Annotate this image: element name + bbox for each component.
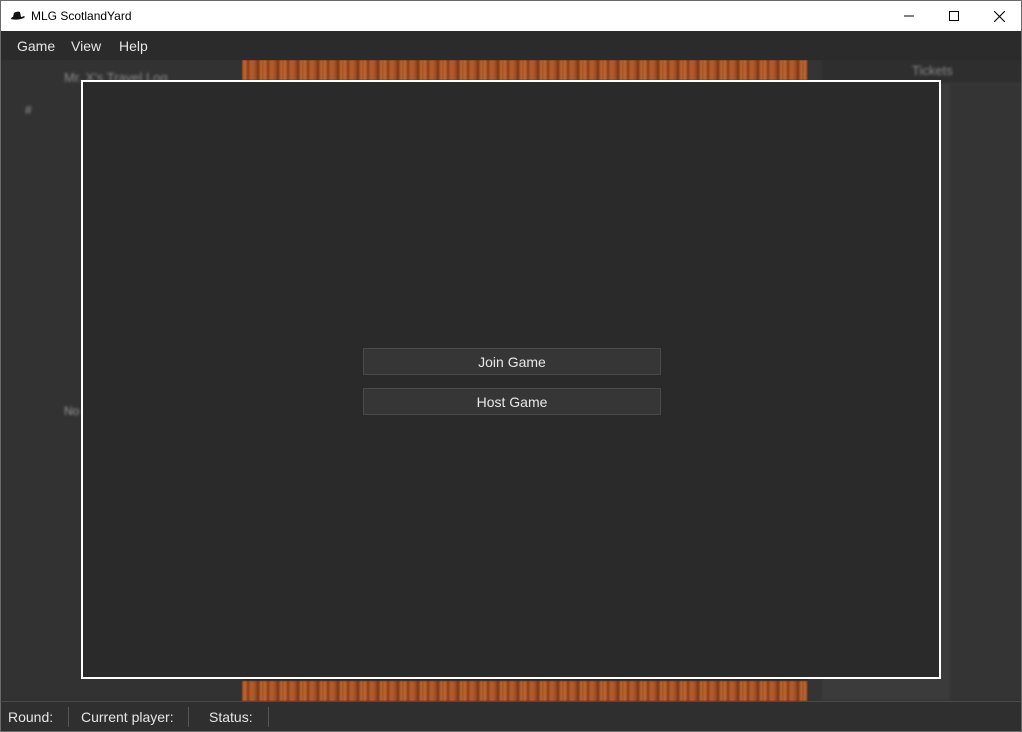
title-bar: MLG ScotlandYard bbox=[0, 0, 1022, 31]
maximize-button[interactable] bbox=[931, 1, 977, 31]
status-bar: Round: Current player: Status: bbox=[0, 701, 1022, 732]
close-button[interactable] bbox=[976, 1, 1022, 31]
tickets-title: Tickets bbox=[912, 63, 953, 78]
wood-border-bottom bbox=[242, 681, 808, 701]
window-title: MLG ScotlandYard bbox=[31, 9, 132, 23]
menu-help[interactable]: Help bbox=[119, 38, 148, 54]
status-divider bbox=[188, 707, 189, 727]
join-game-button[interactable]: Join Game bbox=[363, 348, 661, 375]
status-label: Status: bbox=[209, 709, 253, 725]
start-dialog: Join Game Host Game bbox=[81, 80, 941, 679]
menu-bar: Game View Help bbox=[0, 31, 1022, 60]
menu-game[interactable]: Game bbox=[17, 38, 55, 54]
host-game-button[interactable]: Host Game bbox=[363, 388, 661, 415]
minimize-button[interactable] bbox=[886, 1, 932, 31]
close-icon bbox=[993, 10, 1005, 22]
menu-view[interactable]: View bbox=[71, 38, 101, 54]
travel-log-hash-column: # bbox=[25, 103, 32, 117]
wood-border-top bbox=[242, 60, 808, 80]
travel-log-no-label: No bbox=[64, 404, 80, 418]
round-label: Round: bbox=[8, 709, 54, 725]
current-player-label: Current player: bbox=[81, 709, 174, 725]
status-divider bbox=[68, 707, 69, 727]
detective-hat-icon bbox=[11, 11, 25, 20]
minimize-icon bbox=[904, 15, 914, 17]
status-divider bbox=[268, 707, 269, 727]
maximize-icon bbox=[949, 11, 959, 21]
